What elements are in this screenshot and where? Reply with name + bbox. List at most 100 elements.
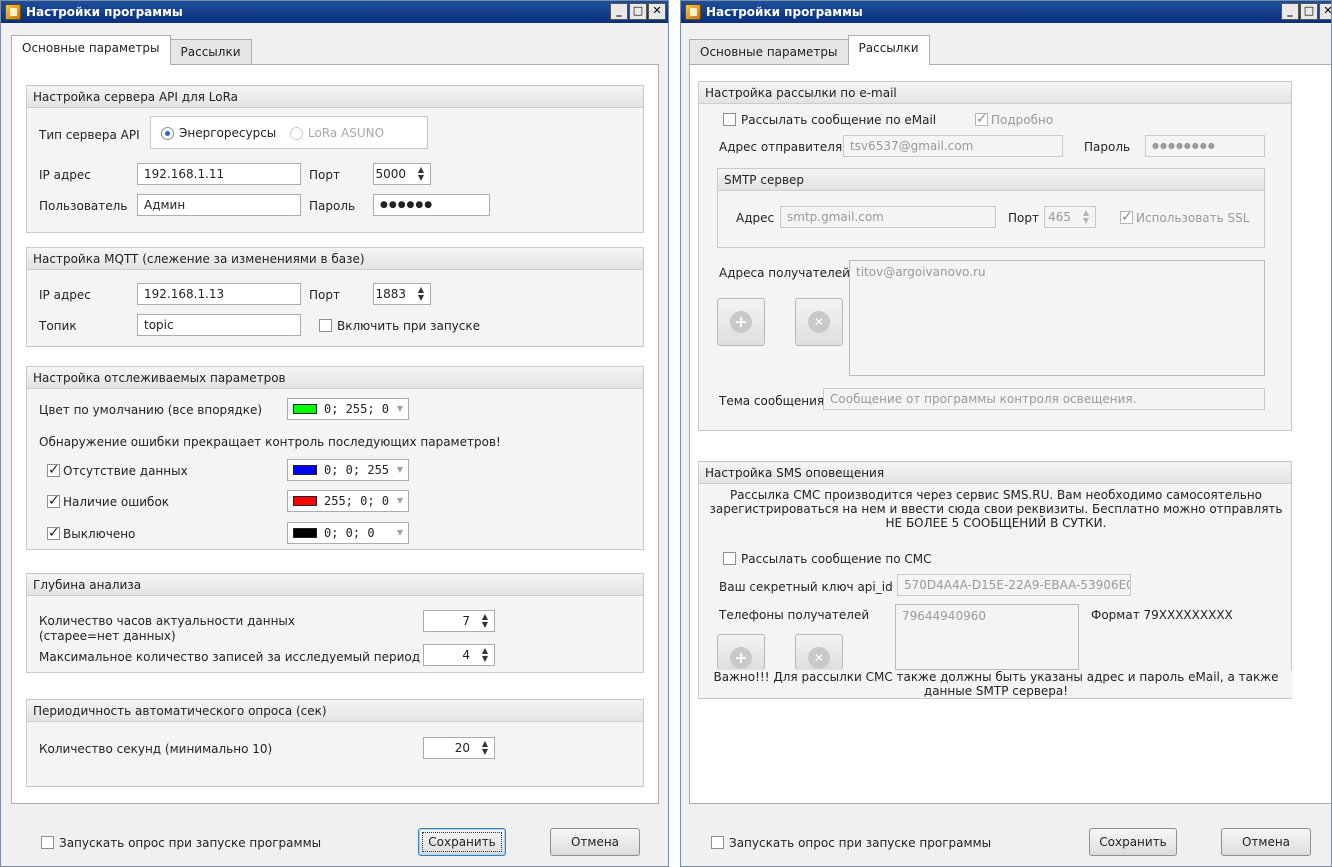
seconds-value: 20 (454, 741, 470, 755)
mqtt-enable-checkbox[interactable] (319, 319, 332, 332)
sender-input[interactable]: tsv6537@gmail.com (843, 135, 1063, 157)
smtp-port-value: 465 (1048, 210, 1071, 224)
hours-label: Количество часов актуальности данных (39, 614, 295, 628)
hours-spinner[interactable]: 7 ▲ ▼ (423, 610, 495, 632)
default-color-label: Цвет по умолчанию (все впорядке) (39, 403, 263, 417)
api-user-input[interactable]: Админ (137, 194, 301, 216)
radio-energy[interactable] (161, 127, 174, 140)
cancel-button[interactable]: Отмена (1221, 828, 1311, 856)
tab-mailings[interactable]: Рассылки (847, 35, 930, 65)
max-records-spinner[interactable]: 4 ▲ ▼ (423, 644, 495, 666)
window-title: Настройки программы (26, 5, 183, 19)
max-records-value: 4 (462, 648, 470, 662)
start-poll-checkbox[interactable] (711, 836, 724, 849)
mqtt-ip-label: IP адрес (39, 288, 91, 302)
focus-indicator (422, 832, 502, 852)
minimize-button[interactable]: _ (1281, 3, 1299, 20)
mqtt-port-label: Порт (309, 288, 340, 302)
email-pass-label: Пароль (1084, 140, 1131, 154)
mqtt-port-spinner[interactable]: 1883 ▲ ▼ (373, 283, 431, 305)
errors-label: Наличие ошибок (63, 495, 170, 509)
default-color-value: 0; 255; 0 (324, 402, 390, 416)
title-bar[interactable]: Настройки программы _ □ ✕ (1, 1, 668, 23)
mqtt-topic-label: Топик (39, 319, 77, 333)
chevron-down-icon: ▼ (396, 404, 403, 413)
email-pass-input[interactable]: ●●●●●●●● (1145, 135, 1265, 157)
api-port-label: Порт (309, 168, 340, 182)
maximize-button[interactable]: □ (629, 3, 647, 20)
close-button[interactable]: ✕ (1319, 3, 1331, 20)
spin-arrows-icon[interactable]: ▲ ▼ (415, 166, 427, 182)
verbose-label: Подробно (991, 113, 1054, 127)
minimize-button[interactable]: _ (610, 3, 628, 20)
send-email-checkbox[interactable] (723, 113, 736, 126)
hours-value: 7 (462, 614, 470, 628)
sender-label: Адрес отправителя (719, 140, 843, 154)
add-phone-button[interactable]: + (717, 634, 765, 670)
errors-color-picker[interactable]: 255; 0; 0 ▼ (287, 490, 409, 512)
recipients-label: Адреса получателей (719, 266, 850, 280)
color-swatch (293, 465, 317, 475)
cancel-button[interactable]: Отмена (550, 828, 640, 856)
no-data-color-picker[interactable]: 0; 0; 255 ▼ (287, 459, 409, 481)
list-item[interactable]: titov@argoivanovo.ru (856, 265, 1258, 279)
no-data-checkbox[interactable]: ✓ (47, 463, 60, 477)
off-checkbox[interactable]: ✓ (47, 526, 60, 540)
api-port-spinner[interactable]: 5000 ▲ ▼ (373, 163, 431, 185)
radio-lora-asuno-label: LoRa ASUNO (308, 126, 385, 140)
email-group-heading: Настройка рассылки по e-mail (699, 82, 1291, 104)
sms-info-text: Рассылка СМС производится через сервис S… (709, 488, 1283, 530)
no-data-color-value: 0; 0; 255 (324, 463, 390, 477)
save-button[interactable]: Сохранить (1089, 828, 1177, 856)
api-pass-input[interactable]: ●●●●●● (373, 194, 490, 216)
recipients-list[interactable]: titov@argoivanovo.ru (849, 260, 1265, 376)
api-ip-input[interactable]: 192.168.1.11 (137, 163, 301, 185)
verbose-checkbox[interactable]: ✓ (975, 112, 988, 126)
maximize-button[interactable]: □ (1300, 3, 1318, 20)
sms-group: Настройка SMS оповещения Рассылка СМС пр… (698, 461, 1293, 699)
tab-main-params[interactable]: Основные параметры (11, 35, 171, 65)
tab-mailings[interactable]: Рассылки (169, 39, 252, 65)
remove-recipient-button[interactable]: ✕ (795, 298, 843, 346)
hours-sublabel: (старее=нет данных) (39, 629, 176, 643)
close-icon: ✕ (808, 311, 830, 333)
off-color-picker[interactable]: 0; 0; 0 ▼ (287, 522, 409, 544)
spin-arrows-icon[interactable]: ▲ ▼ (1080, 209, 1092, 225)
mqtt-enable-label: Включить при запуске (337, 319, 481, 333)
poll-group-heading: Периодичность автоматического опроса (се… (27, 700, 643, 722)
list-item[interactable]: 79644940960 (902, 609, 1072, 623)
subject-input[interactable]: Сообщение от программы контроля освещени… (823, 388, 1265, 410)
smtp-address-input[interactable]: smtp.gmail.com (780, 206, 996, 228)
start-poll-label: Запускать опрос при запуске программы (59, 836, 322, 850)
api-user-label: Пользователь (39, 199, 128, 213)
ssl-label: Использовать SSL (1136, 211, 1250, 225)
spin-arrows-icon[interactable]: ▲ ▼ (479, 613, 491, 629)
mqtt-ip-input[interactable]: 192.168.1.13 (137, 283, 301, 305)
spin-arrows-icon[interactable]: ▲ ▼ (479, 740, 491, 756)
phones-list[interactable]: 79644940960 (895, 604, 1079, 670)
seconds-spinner[interactable]: 20 ▲ ▼ (423, 737, 495, 759)
radio-lora-asuno[interactable] (290, 127, 303, 140)
plus-icon: + (730, 647, 752, 669)
send-sms-checkbox[interactable] (723, 552, 736, 565)
title-bar[interactable]: Настройки программы _ □ ✕ (681, 1, 1331, 23)
errors-checkbox[interactable]: ✓ (47, 494, 60, 508)
mqtt-topic-input[interactable]: topic (137, 314, 301, 336)
default-color-picker[interactable]: 0; 255; 0 ▼ (287, 398, 409, 420)
email-group: Настройка рассылки по e-mail Рассылать с… (698, 81, 1292, 431)
close-button[interactable]: ✕ (648, 3, 666, 20)
phones-label: Телефоны получателей (719, 608, 870, 622)
smtp-port-spinner[interactable]: 465 ▲ ▼ (1044, 206, 1096, 228)
tab-main-params[interactable]: Основные параметры (689, 39, 849, 65)
save-button[interactable]: Сохранить (418, 828, 506, 856)
radio-energy-label: Энергоресурсы (179, 126, 277, 140)
spin-arrows-icon[interactable]: ▲ ▼ (415, 286, 427, 302)
start-poll-checkbox[interactable] (41, 836, 54, 849)
spin-arrows-icon[interactable]: ▲ ▼ (479, 647, 491, 663)
api-key-input[interactable]: 570D4A4A-D15E-22A9-EBAA-53906E001EA2 (897, 574, 1131, 596)
remove-phone-button[interactable]: ✕ (795, 634, 843, 670)
mqtt-port-value: 1883 (375, 287, 406, 301)
plus-icon: + (730, 311, 752, 333)
add-recipient-button[interactable]: + (717, 298, 765, 346)
ssl-checkbox[interactable]: ✓ (1120, 210, 1133, 224)
